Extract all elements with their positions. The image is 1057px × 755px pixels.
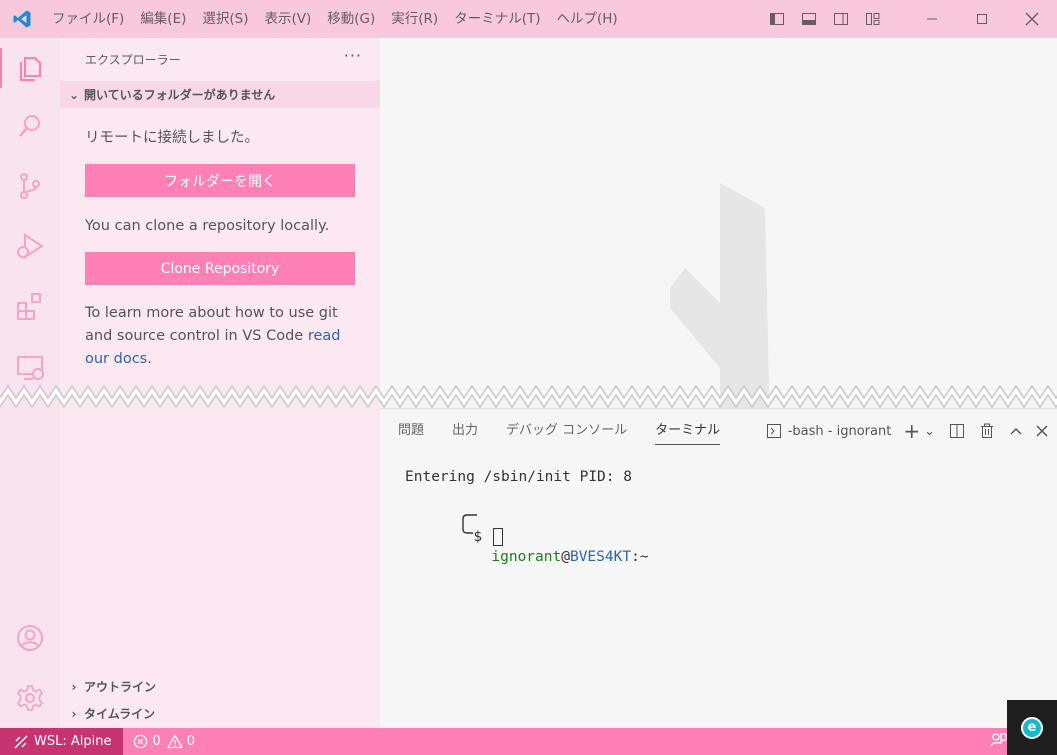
terminal-prompt-line: ignorant@BVES4KT:~ xyxy=(405,487,649,565)
remote-label: WSL: Alpine xyxy=(34,734,112,749)
terminal-name[interactable]: -bash - ignorant xyxy=(788,409,892,453)
minimize-icon[interactable] xyxy=(907,0,957,38)
toggle-primary-sidebar-icon[interactable] xyxy=(761,0,793,38)
no-folder-section-header[interactable]: ⌄ 開いているフォルダーがありません xyxy=(60,81,380,108)
terminal-host: BVES4KT xyxy=(569,549,632,565)
error-icon xyxy=(134,734,148,749)
open-folder-button[interactable]: フォルダーを開く xyxy=(85,164,355,197)
run-debug-icon[interactable] xyxy=(0,222,60,270)
sidebar-title: エクスプローラー xyxy=(85,52,181,67)
clone-repository-button[interactable]: Clone Repository xyxy=(85,252,355,285)
maximize-panel-icon[interactable] xyxy=(1009,409,1023,453)
section-title: 開いているフォルダーがありません xyxy=(84,88,276,102)
tab-output[interactable]: 出力 xyxy=(452,409,478,453)
menu-edit[interactable]: 編集(E) xyxy=(132,0,194,38)
terminal-line: Entering /sbin/init PID: 8 xyxy=(405,469,632,485)
split-terminal-icon[interactable] xyxy=(949,409,965,453)
toggle-secondary-sidebar-icon[interactable] xyxy=(825,0,857,38)
menu-selection[interactable]: 選択(S) xyxy=(194,0,256,38)
terminal-output[interactable]: Entering /sbin/init PID: 8 ignorant@BVES… xyxy=(405,467,649,565)
chevron-right-icon: › xyxy=(71,679,77,694)
connected-text: リモートに接続しました。 xyxy=(85,130,259,146)
error-count: 0 xyxy=(152,734,161,749)
chevron-right-icon: › xyxy=(71,706,77,721)
trash-icon[interactable] xyxy=(979,409,995,453)
timeline-label: タイムライン xyxy=(84,707,156,721)
menu-bar: ファイル(F) 編集(E) 選択(S) 表示(V) 移動(G) 実行(R) ター… xyxy=(44,0,626,38)
warning-count: 0 xyxy=(186,734,196,749)
tab-problems[interactable]: 問題 xyxy=(398,409,424,453)
extensions-icon[interactable] xyxy=(0,282,60,330)
more-actions-button[interactable]: ··· xyxy=(344,46,362,65)
source-control-icon[interactable] xyxy=(0,162,60,210)
chevron-down-icon: ⌄ xyxy=(68,87,80,102)
clone-text: You can clone a repository locally. xyxy=(85,218,330,234)
app-e-icon: e xyxy=(1021,716,1043,739)
terminal-path: :~ xyxy=(631,549,649,565)
feedback-icon[interactable] xyxy=(989,731,1007,753)
terminal-at: @ xyxy=(561,549,570,565)
tab-debug-console[interactable]: デバッグ コンソール xyxy=(506,409,627,453)
menu-run[interactable]: 実行(R) xyxy=(383,0,446,38)
title-bar: ファイル(F) 編集(E) 選択(S) 表示(V) 移動(G) 実行(R) ター… xyxy=(0,0,1057,38)
toggle-panel-icon[interactable] xyxy=(793,0,825,38)
menu-help[interactable]: ヘルプ(H) xyxy=(548,0,625,38)
outline-section-header[interactable]: › アウトライン xyxy=(60,673,380,700)
remote-icon xyxy=(14,735,28,748)
tab-terminal[interactable]: ターミナル xyxy=(655,409,721,453)
panel-actions: -bash - ignorant + ⌄ xyxy=(758,409,1049,453)
vscode-logo-icon xyxy=(0,0,44,38)
bottom-panel: 問題 出力 デバッグ コンソール ターミナル -bash - ignorant … xyxy=(380,408,1057,728)
maximize-icon[interactable] xyxy=(957,0,1007,38)
menu-go[interactable]: 移動(G) xyxy=(319,0,383,38)
account-icon[interactable] xyxy=(0,614,60,662)
outline-label: アウトライン xyxy=(84,680,157,694)
menu-file[interactable]: ファイル(F) xyxy=(44,0,132,38)
learn-text: To learn more about how to use git and s… xyxy=(85,305,338,344)
explorer-icon[interactable] xyxy=(0,44,60,92)
remote-indicator[interactable]: WSL: Alpine xyxy=(0,728,124,755)
terminal-dropdown-button[interactable]: ⌄ xyxy=(924,409,935,453)
menu-view[interactable]: 表示(V) xyxy=(257,0,320,38)
menu-terminal[interactable]: ターミナル(T) xyxy=(446,0,548,38)
warning-icon xyxy=(166,734,183,749)
close-icon[interactable] xyxy=(1007,0,1057,38)
search-icon[interactable] xyxy=(0,102,60,150)
torn-edge-divider xyxy=(0,384,1057,409)
close-panel-icon[interactable] xyxy=(1035,409,1049,453)
panel-tabs: 問題 出力 デバッグ コンソール ターミナル xyxy=(380,409,748,453)
timeline-section-header[interactable]: › タイムライン xyxy=(60,700,380,727)
prompt-bracket-icon xyxy=(457,507,491,567)
vscode-watermark-icon xyxy=(670,183,770,408)
new-terminal-button[interactable]: + xyxy=(903,409,920,453)
overlay-app-badge[interactable]: e xyxy=(1007,700,1057,755)
learn-end: . xyxy=(147,351,152,367)
editor-area xyxy=(380,38,1057,408)
terminal-icon xyxy=(766,409,782,453)
customize-layout-icon[interactable] xyxy=(857,0,889,38)
learn-more-text: To learn more about how to use git and s… xyxy=(85,302,355,371)
problems-indicator[interactable]: 0 0 xyxy=(123,734,195,749)
status-bar: WSL: Alpine 0 0 xyxy=(0,728,1057,755)
settings-gear-icon[interactable] xyxy=(0,674,60,722)
